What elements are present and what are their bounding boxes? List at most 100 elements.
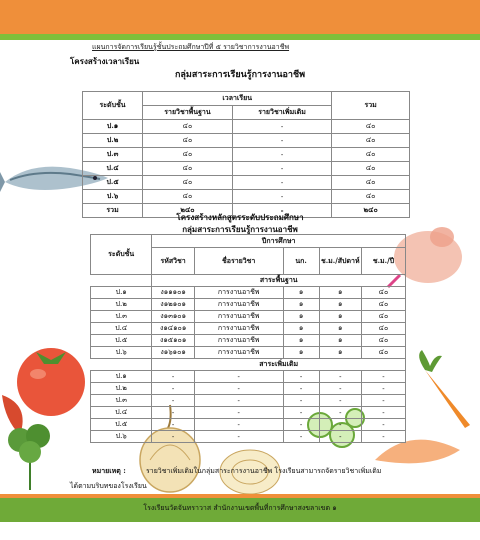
hours-week-cell: ๑ [318,322,362,335]
header-study-time: เวลาเรียน [142,91,333,106]
level-cell: ป.๔ [89,322,153,335]
extra-hours-cell: - [231,161,333,176]
level-cell: ป.๑ [81,119,144,134]
table-row: ป.๑ ง๑๑๑๐๑ การงานอาชีพ๑๑๔๐ [89,286,407,299]
curriculum-table: ระดับชั้น ปีการศึกษา รหัสวิชา ชื่อรายวิช… [89,234,407,443]
table-row: ป.๒ ง๑๒๑๐๑ การงานอาชีพ๑๑๔๐ [89,298,407,311]
hours-week-cell: - [318,382,362,395]
hours-week-cell: - [318,430,362,443]
hours-week-cell: - [318,370,362,383]
hours-year-cell: ๔๐ [360,346,407,359]
note-continuation: ได้ตามบริบทของโรงเรียน [70,482,147,490]
subject-name-cell: การงานอาชีพ [193,346,284,359]
credit-cell: - [282,430,320,443]
extra-hours-cell: - [231,133,333,148]
header-total: รวม [331,91,410,120]
subject-name-cell: - [193,394,284,407]
hours-year-cell: - [360,406,407,419]
hours-year-cell: ๔๐ [360,286,407,299]
header-hours-per-year: ช.ม./ปี [360,247,407,275]
extra-hours-cell: - [231,189,333,204]
table-row: ป.๒- - - - - [89,382,407,395]
table-row: ป.๓- - - - - [89,394,407,407]
basic-hours-cell: ๔๐ [142,119,233,134]
level-cell: ป.๒ [89,298,153,311]
time-structure-table: ระดับชั้น เวลาเรียน รวม รายวิชาพื้นฐาน ร… [81,91,410,218]
section-subtitle-occupations: กลุ่มสาระการเรียนรู้การงานอาชีพ [174,70,306,80]
total-hours-cell: ๔๐ [331,119,410,134]
extra-section-label: สาระเพิ่มเติม [151,358,406,371]
credit-cell: ๑ [282,298,320,311]
table-row: ป.๑- - - - - [89,370,407,383]
hours-year-cell: ๔๐ [360,310,407,323]
code-cell: ง๑๕๑๐๑ [151,334,195,347]
credit-cell: - [282,394,320,407]
table-row: ป.๕- - - - - [89,418,407,431]
level-cell: ป.๕ [89,418,153,431]
subject-name-cell: การงานอาชีพ [193,298,284,311]
total-hours-cell: ๔๐ [331,133,410,148]
basic-section-label: สาระพื้นฐาน [151,274,406,287]
level-cell: ป.๖ [89,430,153,443]
subject-name-cell: การงานอาชีพ [193,334,284,347]
header-level: ระดับชั้น [81,91,144,120]
table-row: ป.๔ ง๑๔๑๐๑ การงานอาชีพ๑๑๔๐ [89,322,407,335]
code-cell: - [151,406,195,419]
table-row: ป.๔- - - - - [89,406,407,419]
header-credit: นก. [282,247,320,275]
basic-hours-cell: ๔๐ [142,175,233,190]
subject-name-cell: การงานอาชีพ [193,322,284,335]
level-cell: ป.๕ [89,334,153,347]
total-hours-cell: ๔๐ [331,161,410,176]
hours-week-cell: ๑ [318,346,362,359]
credit-cell: ๑ [282,334,320,347]
level-cell: ป.๖ [81,189,144,204]
code-cell: ง๑๑๑๐๑ [151,286,195,299]
note-label: หมายเหตุ : [92,466,126,475]
table-row: ป.๕ ง๑๕๑๐๑ การงานอาชีพ๑๑๔๐ [89,334,407,347]
table-row: ป.๕ ๔๐-๔๐ [81,175,410,190]
basic-hours-cell: ๔๐ [142,133,233,148]
subject-name-cell: - [193,382,284,395]
credit-cell: ๑ [282,346,320,359]
hours-week-cell: ๑ [318,286,362,299]
table-row: ป.๓ ๔๐-๔๐ [81,147,410,162]
extra-hours-cell: - [231,147,333,162]
code-cell: - [151,430,195,443]
header-academic-year: ปีการศึกษา [151,234,406,248]
parsley-illustration [8,424,50,490]
header-subject-name: ชื่อรายวิชา [193,247,284,275]
credit-cell: ๑ [282,286,320,299]
code-cell: - [151,382,195,395]
level-cell: ป.๓ [89,310,153,323]
subject-name-cell: - [193,370,284,383]
table-row: ป.๖ ง๑๖๑๐๑ การงานอาชีพ๑๑๔๐ [89,346,407,359]
subject-name-cell: - [193,418,284,431]
top-green-strip [0,34,480,40]
code-cell: - [151,418,195,431]
basic-hours-cell: ๔๐ [142,161,233,176]
table-row: ป.๑ ๔๐-๔๐ [81,119,410,134]
header-extra-subject: รายวิชาเพิ่มเติม [231,105,333,120]
hours-year-cell: - [360,370,407,383]
extra-hours-cell: - [231,175,333,190]
code-cell: ง๑๔๑๐๑ [151,322,195,335]
code-cell: ง๑๓๑๐๑ [151,310,195,323]
hours-year-cell: ๔๐ [360,334,407,347]
note-text: รายวิชาเพิ่มเติมในกลุ่มสาระการงานอาชีพ โ… [146,467,382,475]
hours-week-cell: ๑ [318,310,362,323]
extra-hours-cell: - [231,119,333,134]
subject-name-cell: การงานอาชีพ [193,286,284,299]
table-row: ป.๔ ๔๐-๔๐ [81,161,410,176]
level-cell: ป.๔ [81,161,144,176]
code-cell: - [151,394,195,407]
code-cell: ง๑๖๑๐๑ [151,346,195,359]
header-hours-per-week: ช.ม./สัปดาห์ [318,247,362,275]
basic-hours-cell: ๔๐ [142,147,233,162]
hours-year-cell: - [360,394,407,407]
subject-name-cell: - [193,406,284,419]
hours-week-cell: - [318,418,362,431]
header-level: ระดับชั้น [89,234,153,275]
level-cell: ป.๓ [89,394,153,407]
table-row: ป.๖ ๔๐-๔๐ [81,189,410,204]
